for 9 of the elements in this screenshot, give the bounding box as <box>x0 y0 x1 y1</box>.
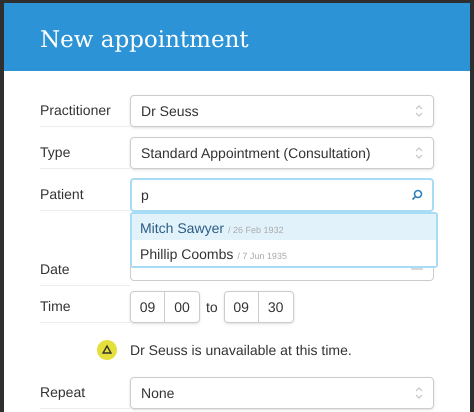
field-label: Repeat <box>40 383 86 402</box>
field-label: Practitioner <box>40 101 111 120</box>
dialog-title: New appointment <box>40 26 249 55</box>
time-separator: to <box>206 298 218 316</box>
field-label: Type <box>40 143 70 162</box>
field-label: Date <box>40 260 70 279</box>
field-label: Patient <box>40 185 84 204</box>
warning-message: Dr Seuss is unavailable at this time. <box>130 340 352 360</box>
field-label: Time <box>40 297 71 316</box>
